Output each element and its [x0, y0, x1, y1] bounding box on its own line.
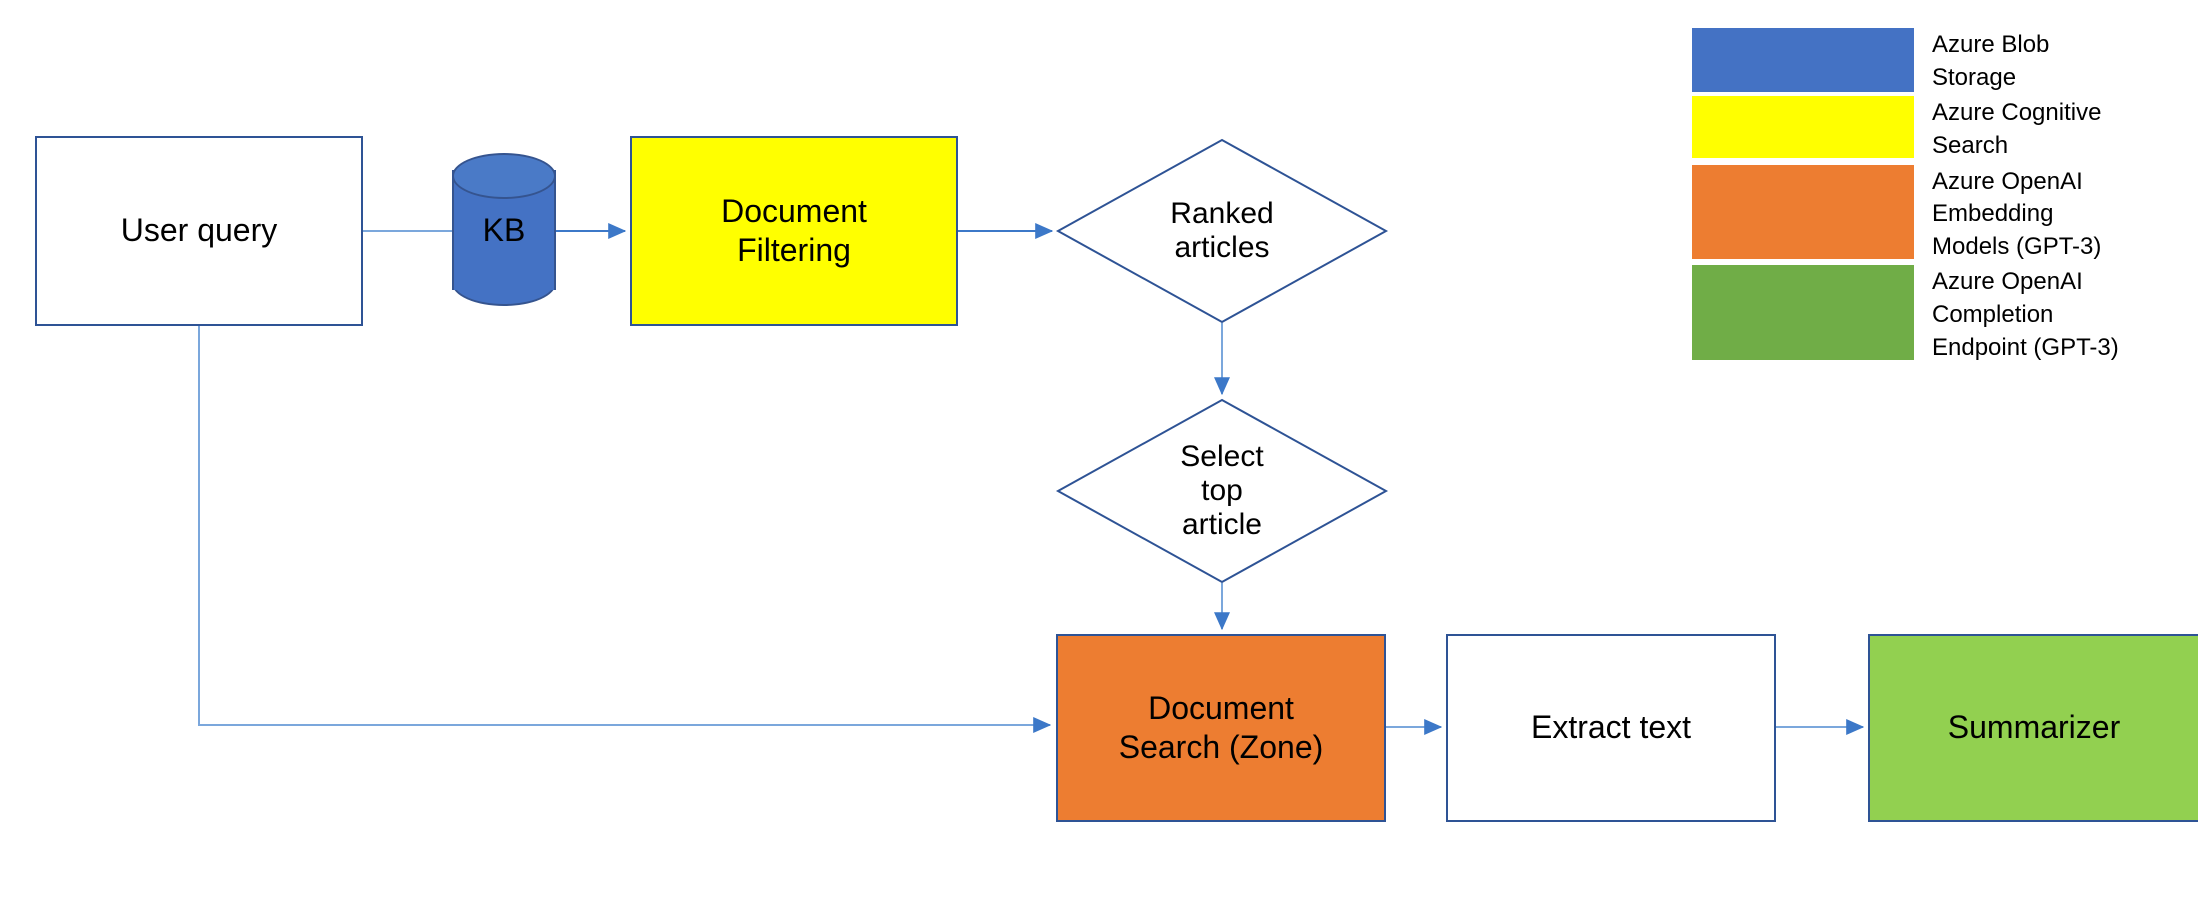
legend-item: Azure OpenAI Embedding Models (GPT-3)	[1692, 164, 2192, 264]
legend-item: Azure Blob Storage	[1692, 28, 2192, 94]
legend: Azure Blob Storage Azure Cognitive Searc…	[1692, 28, 2192, 366]
node-document-search-label: Document Search (Zone)	[1118, 689, 1324, 765]
legend-swatch-azure-cognitive-search	[1692, 96, 1914, 159]
legend-item: Azure OpenAI Completion Endpoint (GPT-3)	[1692, 265, 2192, 364]
legend-item: Azure Cognitive Search	[1692, 96, 2192, 162]
diagram-canvas: User query KB Document Filtering Ranked …	[0, 0, 2198, 912]
node-select-top-article-label: Select top article	[1180, 440, 1264, 541]
node-user-query-label: User query	[120, 212, 278, 249]
legend-swatch-azure-blob-storage	[1692, 28, 1914, 92]
node-user-query[interactable]: User query	[35, 136, 363, 326]
node-document-filtering[interactable]: Document Filtering	[630, 136, 958, 326]
legend-label-azure-cognitive-search: Azure Cognitive Search	[1932, 99, 2102, 159]
node-document-search[interactable]: Document Search (Zone)	[1056, 634, 1386, 822]
node-summarizer[interactable]: Summarizer	[1868, 634, 2198, 822]
node-extract-text-label: Extract text	[1530, 709, 1692, 746]
legend-label-azure-openai-completion: Azure OpenAI Completion Endpoint (GPT-3)	[1932, 268, 2119, 361]
edge-user-query-to-document-search	[198, 326, 1052, 733]
legend-label-azure-openai-embedding: Azure OpenAI Embedding Models (GPT-3)	[1932, 167, 2102, 260]
legend-swatch-azure-openai-completion	[1692, 265, 1914, 361]
node-select-top-article[interactable]: Select top article	[1055, 398, 1389, 584]
node-extract-text[interactable]: Extract text	[1446, 634, 1776, 822]
node-ranked-articles-label: Ranked articles	[1170, 197, 1274, 264]
node-summarizer-label: Summarizer	[1947, 709, 2121, 746]
node-kb-label: KB	[482, 211, 526, 248]
legend-swatch-azure-openai-embedding	[1692, 164, 1914, 259]
legend-label-azure-blob-storage: Azure Blob Storage	[1932, 31, 2050, 91]
node-document-filtering-label: Document Filtering	[721, 192, 867, 268]
node-ranked-articles[interactable]: Ranked articles	[1055, 138, 1389, 324]
node-kb-cylinder[interactable]: KB	[452, 153, 556, 307]
